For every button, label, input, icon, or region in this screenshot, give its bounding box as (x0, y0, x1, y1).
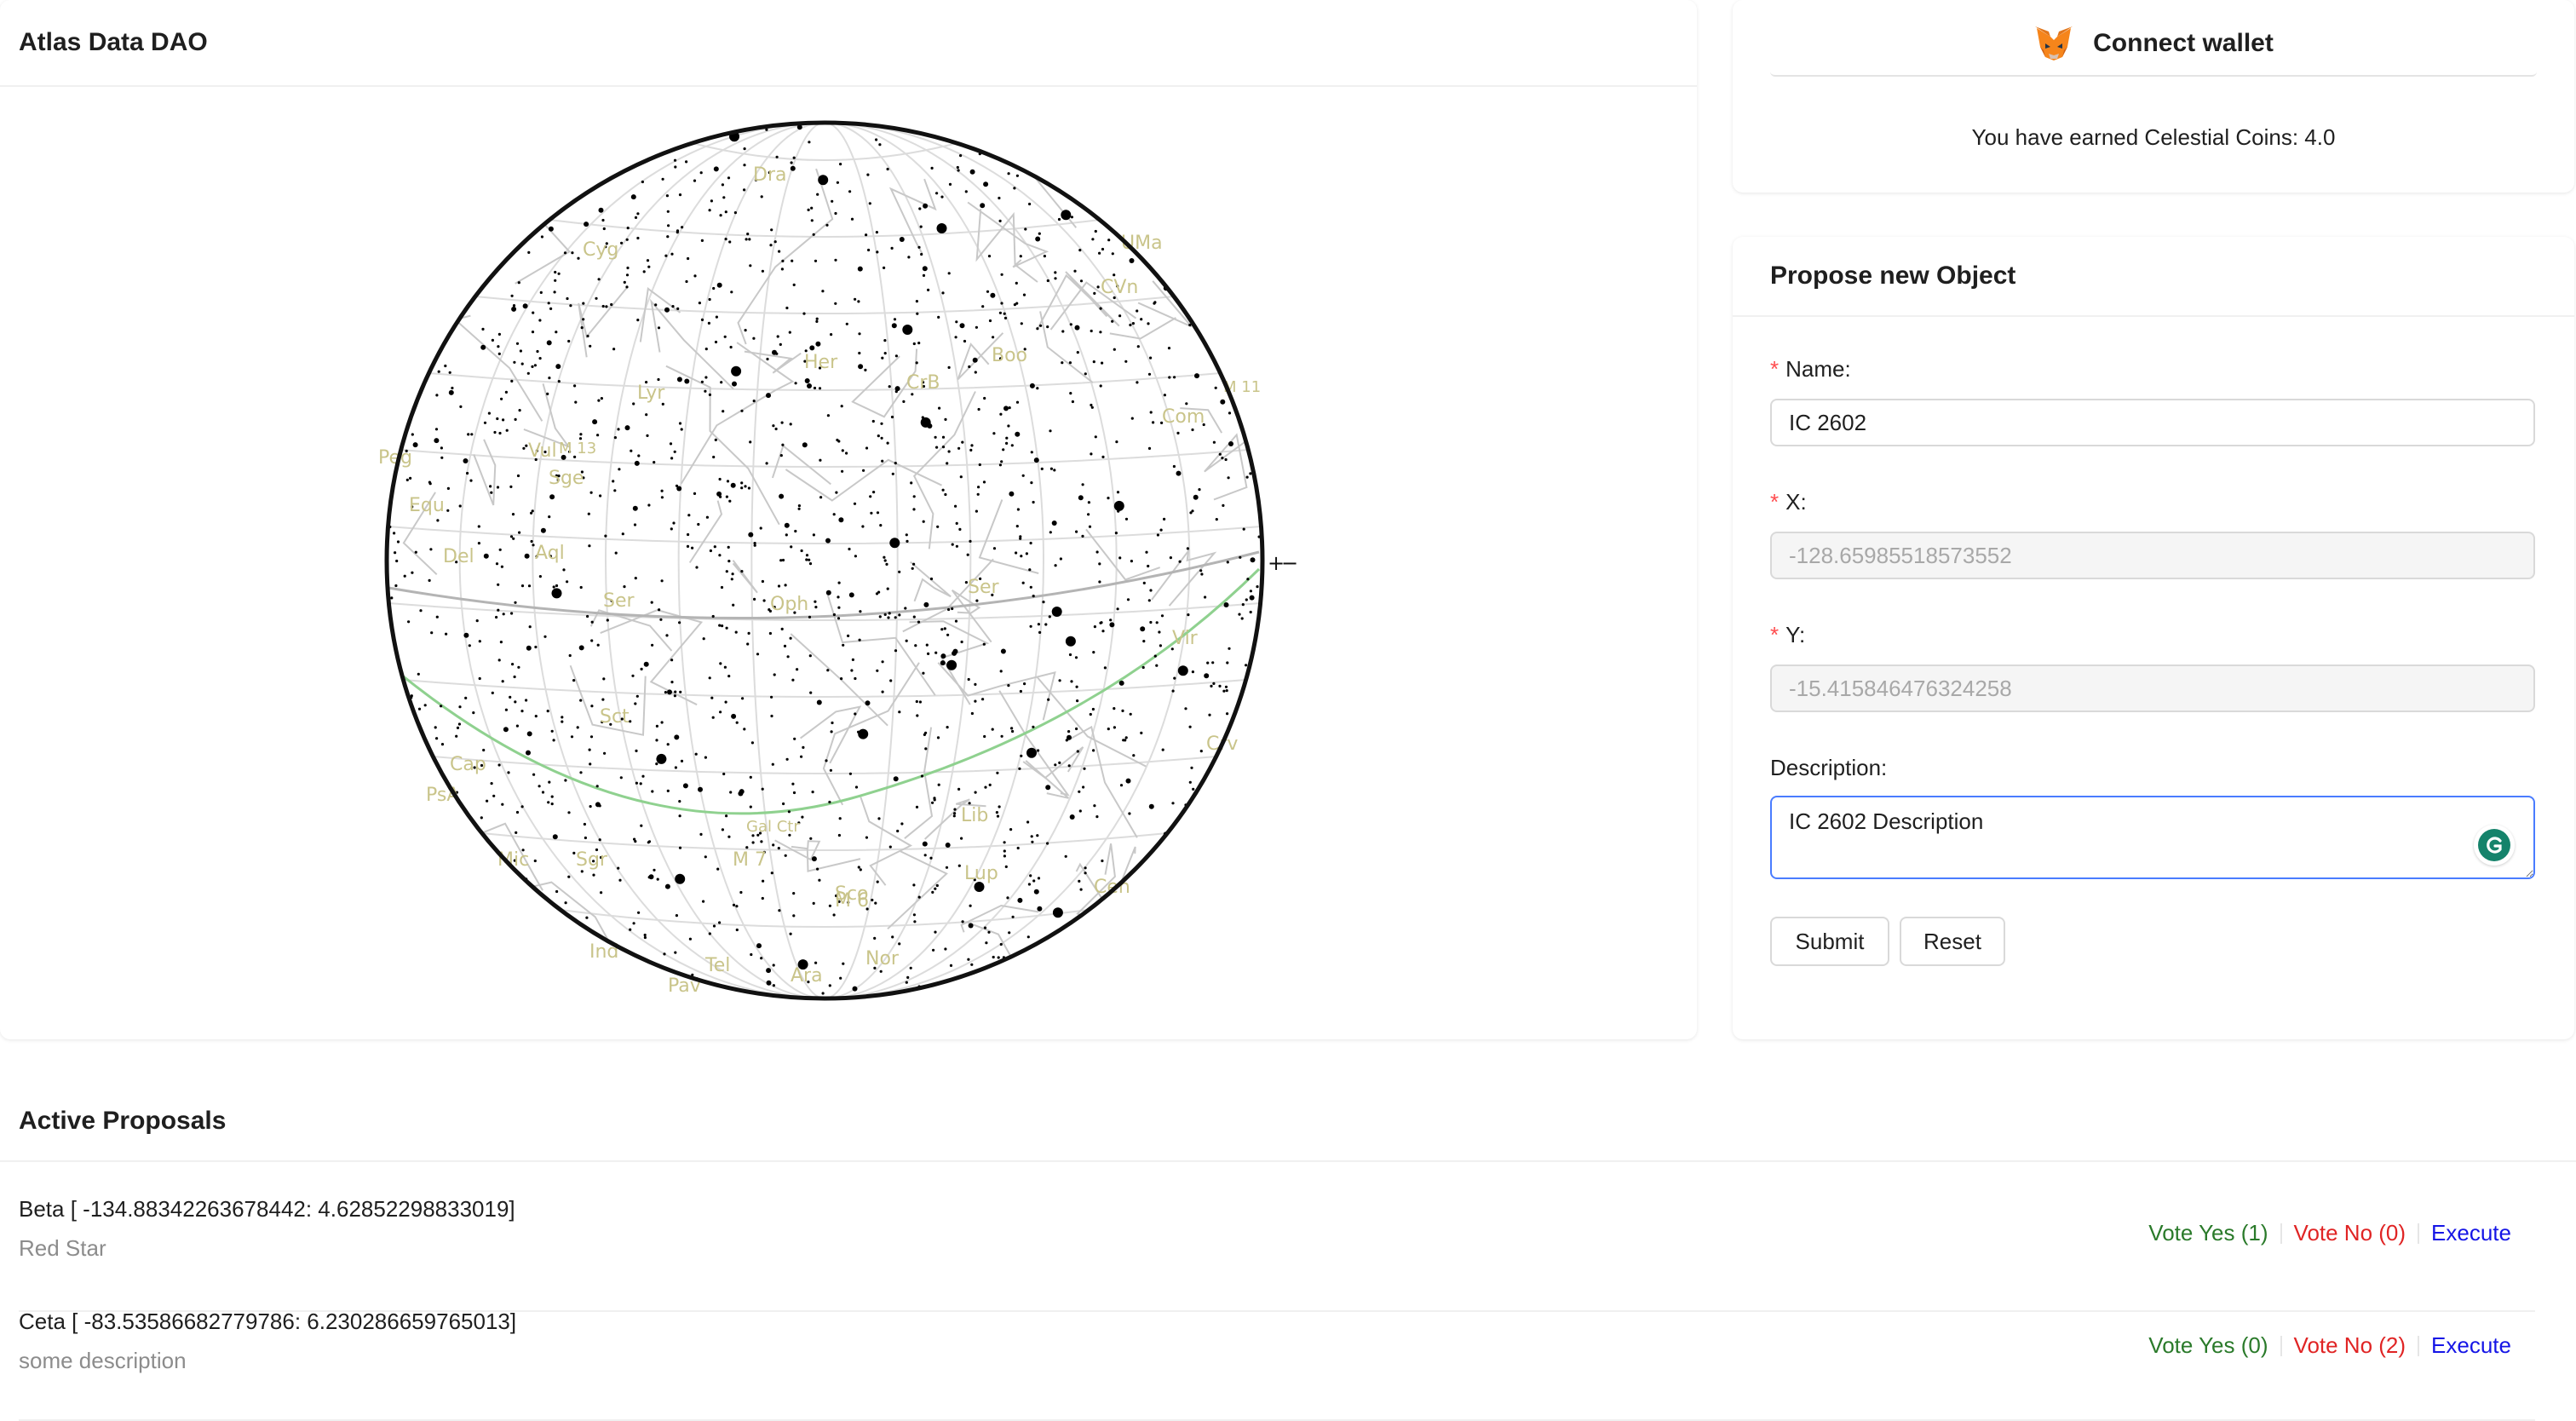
vote-no-button[interactable]: Vote No (0) (2282, 1220, 2418, 1246)
sky-map[interactable]: UMiDraUMaCygCVnHerBooLyrCrBComVulSgePegE… (371, 109, 1308, 1012)
submit-button[interactable]: Submit (1770, 917, 1889, 966)
y-input (1770, 664, 2535, 712)
constellation-label: Ser (968, 577, 1000, 598)
proposal-title: Ceta [ -83.53586682779786: 6.23028665976… (19, 1309, 517, 1334)
x-label-text: X: (1785, 489, 1807, 515)
proposal-description: Red Star (19, 1235, 106, 1261)
grammarly-g-icon (2478, 829, 2510, 861)
constellation-label: Tel (704, 955, 730, 976)
constellation-label: Ser (603, 590, 635, 612)
constellation-label: Dra (753, 164, 786, 186)
constellation-label: Equ (409, 495, 445, 516)
grammarly-icon[interactable] (2474, 825, 2515, 866)
constellation-label: Com (1162, 406, 1205, 428)
constellation-label: M 13 (559, 440, 596, 457)
constellation-label: Her (804, 352, 838, 373)
constellation-label: CrB (906, 372, 940, 394)
vote-no-button[interactable]: Vote No (2) (2282, 1332, 2418, 1359)
constellation-label: Cyg (583, 239, 618, 261)
constellation-label: CVn (1101, 277, 1138, 298)
constellation-label: Vir (1172, 628, 1199, 649)
required-marker: * (1770, 489, 1780, 515)
constellation-label: M 6 (835, 890, 869, 912)
vote-yes-button[interactable]: Vote Yes (1) (2136, 1220, 2280, 1246)
required-marker: * (1770, 356, 1780, 382)
proposal-row: Beta [ -134.88342263678442: 4.6285229883… (19, 1162, 2535, 1273)
connect-wallet-button[interactable]: Connect wallet (1733, 17, 2574, 70)
name-label-text: Name: (1785, 356, 1851, 382)
proposal-actions: Vote Yes (1) Vote No (0) Execute (2136, 1220, 2523, 1246)
constellation-label: Lib (961, 805, 988, 826)
wallet-divider (1770, 72, 2537, 77)
constellation-label: Sgr (576, 849, 608, 871)
app-title: Atlas Data DAO (0, 0, 1697, 87)
constellation-label: Nor (865, 948, 900, 969)
constellation-label: Gal Ctr (746, 818, 800, 836)
sky-map-card: Atlas Data DAO UMiDraUMaCygCVnHerBooLyrC… (0, 0, 1697, 1039)
constellation-label: Oph (770, 594, 808, 615)
vote-yes-button[interactable]: Vote Yes (0) (2136, 1332, 2280, 1359)
active-proposals-section: Active Proposals Beta [ -134.88342263678… (0, 1082, 2576, 1421)
connect-wallet-label: Connect wallet (2093, 29, 2274, 57)
svg-text:−: − (1281, 551, 1298, 575)
description-label: Description: (1770, 755, 1888, 780)
wallet-card: Connect wallet You have earned Celestial… (1733, 0, 2574, 193)
constellation-label: Del (443, 546, 474, 567)
required-marker: * (1770, 622, 1780, 647)
constellation-label: Vul (528, 440, 557, 462)
y-label: * Y: (1770, 622, 1805, 648)
constellation-label: Ara (791, 965, 823, 987)
description-textarea[interactable] (1770, 796, 2535, 879)
constellation-label: Aql (535, 543, 565, 564)
constellation-label: Boo (992, 345, 1027, 366)
proposal-actions: Vote Yes (0) Vote No (2) Execute (2136, 1332, 2523, 1359)
execute-button[interactable]: Execute (2419, 1332, 2523, 1359)
proposal-row: Ceta [ -83.53586682779786: 6.23028665976… (19, 1274, 2535, 1385)
metamask-fox-icon (2035, 26, 2073, 60)
zoom-control[interactable]: + − (1268, 551, 1298, 575)
constellation-label: Lyr (637, 383, 665, 404)
constellation-label: Sge (549, 468, 584, 489)
form-title: Propose new Object (1733, 237, 2574, 317)
name-input[interactable] (1770, 399, 2535, 446)
constellation-label: Sct (600, 706, 630, 728)
proposals-title: Active Proposals (0, 1082, 2576, 1162)
y-label-text: Y: (1785, 622, 1806, 647)
proposal-title: Beta [ -134.88342263678442: 4.6285229883… (19, 1196, 515, 1222)
constellation-label: Cap (450, 754, 486, 775)
constellation-label: Lup (964, 863, 998, 884)
execute-button[interactable]: Execute (2419, 1220, 2523, 1246)
celestial-coins-text: You have earned Celestial Coins: 4.0 (1971, 124, 2336, 150)
constellation-label: M 7 (733, 849, 767, 871)
proposal-description: some description (19, 1348, 187, 1373)
reset-button[interactable]: Reset (1900, 917, 2005, 966)
x-input (1770, 532, 2535, 579)
x-label: * X: (1770, 489, 1807, 515)
name-label: * Name: (1770, 356, 1851, 383)
